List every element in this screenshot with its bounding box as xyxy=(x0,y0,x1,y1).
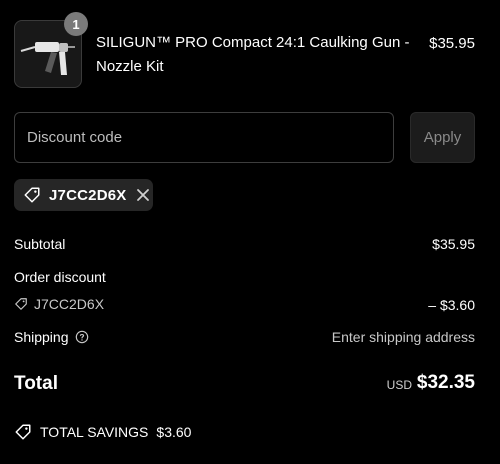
total-savings: TOTAL SAVINGS $3.60 xyxy=(14,423,191,441)
shipping-value: Enter shipping address xyxy=(331,329,475,345)
quantity-badge: 1 xyxy=(64,12,88,36)
applied-discount-code: J7CC2D6X xyxy=(49,186,127,204)
summary-discount-code: J7CC2D6X xyxy=(34,296,105,312)
total-value: $32.35 xyxy=(416,372,475,393)
discount-code-row: J7CC2D6X xyxy=(14,296,104,312)
total-savings-value: $3.60 xyxy=(156,424,192,440)
tag-icon xyxy=(15,424,31,440)
total-savings-label: TOTAL SAVINGS xyxy=(40,424,149,440)
total-label: Total xyxy=(14,373,58,394)
shipping-help-button[interactable] xyxy=(75,330,89,344)
shipping-row: Shipping xyxy=(14,329,89,345)
close-icon xyxy=(137,189,150,201)
product-price: $35.95 xyxy=(429,35,475,52)
total-currency: USD xyxy=(386,378,412,392)
order-discount-label: Order discount xyxy=(14,269,106,285)
tag-icon xyxy=(15,298,27,310)
help-icon xyxy=(75,330,88,344)
discount-value: – $3.60 xyxy=(428,297,475,313)
subtotal-label: Subtotal xyxy=(14,236,66,252)
shipping-label: Shipping xyxy=(14,329,69,345)
subtotal-value: $35.95 xyxy=(432,236,475,252)
product-title: SILIGUN™ PRO Compact 24:1 Caulking Gun -… xyxy=(96,34,410,75)
remove-discount-button[interactable] xyxy=(136,188,150,202)
discount-code-input[interactable] xyxy=(14,112,394,163)
tag-icon xyxy=(24,187,40,203)
applied-discount-chip: J7CC2D6X xyxy=(14,179,153,211)
apply-button[interactable]: Apply xyxy=(410,112,475,163)
